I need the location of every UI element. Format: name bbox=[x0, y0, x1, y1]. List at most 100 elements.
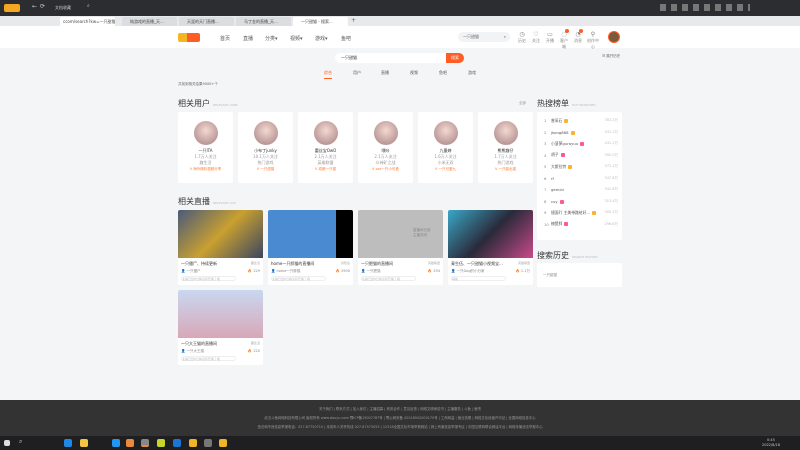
app-icon[interactable] bbox=[189, 439, 197, 447]
search-icon[interactable]: ⌕ bbox=[19, 438, 27, 446]
user-room-link[interactable]: V zzo一只小可爱 bbox=[358, 167, 413, 172]
follow-button[interactable]: ♡ 关注 bbox=[531, 31, 541, 44]
tab-all[interactable]: 综合 bbox=[324, 70, 332, 79]
hot-list-item[interactable]: 4 胡子 392.0万 bbox=[537, 150, 622, 162]
live-title[interactable]: home一只胖猫的直播间 bbox=[271, 261, 314, 267]
bookmark-label[interactable]: 文档收藏 bbox=[55, 5, 71, 11]
live-title[interactable]: 一只僵尸、持续更新 bbox=[181, 261, 217, 267]
refresh-icon[interactable]: ⟳ bbox=[40, 3, 45, 10]
app-icon[interactable] bbox=[204, 439, 212, 447]
users-more-link[interactable]: 全部 bbox=[519, 101, 526, 106]
user-room-link[interactable]: V 海外精彩视频分享 bbox=[178, 167, 233, 172]
hot-list-item[interactable]: 9 镜面吖 主美带路给好... 300.1万 bbox=[537, 207, 622, 219]
user-room-link[interactable]: V 一只甜猫 bbox=[238, 167, 293, 172]
user-card[interactable]: 九墨婷 1.6万人关注 小米无双 V 一只可爱九 bbox=[418, 112, 473, 183]
extension-icons[interactable] bbox=[660, 4, 750, 11]
live-card[interactable]: home一只胖猫的直播间 冒险岛 👤 home一只胖猫 🔥 2900 主播已经8分钟… bbox=[268, 210, 353, 285]
hot-list-item[interactable]: 8 cxy 313.4万 bbox=[537, 196, 622, 208]
user-avatar[interactable] bbox=[313, 121, 338, 145]
nav-game[interactable]: 游戏▾ bbox=[315, 35, 328, 42]
tab[interactable]: 天涯的天门直播... bbox=[179, 17, 234, 26]
user-avatar[interactable] bbox=[193, 121, 218, 145]
live-host[interactable]: 👤 一只大王猫 bbox=[181, 349, 204, 354]
live-thumbnail[interactable] bbox=[178, 210, 263, 258]
back-icon[interactable]: ← bbox=[32, 3, 37, 10]
clock[interactable]: 0:45 2022/8/18 bbox=[762, 438, 780, 448]
footer-links[interactable]: 关于我们 | 联系方式 | 加入我们 | 主播招募 | 商务合作 | 意见反馈 … bbox=[0, 405, 800, 414]
tab-users[interactable]: 用户 bbox=[353, 70, 361, 76]
user-avatar[interactable] bbox=[373, 121, 398, 145]
history-toggle[interactable]: ☰ 展开历史 bbox=[602, 54, 620, 59]
hot-list-item[interactable]: 1 曾采石 783.2万 bbox=[537, 115, 622, 127]
live-card[interactable]: 青生伍、一只甜猫小视频宝... 英雄联盟 👤 一只Dog的小分家 🔥 1.1万 辅助 bbox=[448, 210, 533, 285]
live-title[interactable]: 一只大王猫的直播间 bbox=[181, 341, 217, 347]
live-host[interactable]: 👤 home一只胖猫 bbox=[271, 269, 300, 274]
broadcast-button[interactable]: ▭ 开播 bbox=[545, 31, 555, 44]
user-room-link[interactable]: V 一只能出猫 bbox=[478, 167, 533, 172]
header-search-input[interactable]: 一只甜猫 ⌕ bbox=[458, 32, 510, 42]
nav-yuba[interactable]: 鱼吧 bbox=[341, 35, 351, 42]
search-icon[interactable]: ⌕ bbox=[504, 32, 506, 42]
user-card[interactable]: 蕾丝宝OwO 2.1万人关注 英雄联盟 V 成都一只猫 bbox=[298, 112, 353, 183]
user-card[interactable]: 小布丁junky 10.1万人关注 热门游戏 V 一只甜猫 bbox=[238, 112, 293, 183]
tab-video[interactable]: 视频 bbox=[410, 70, 418, 76]
live-category[interactable]: 英雄联盟 bbox=[518, 261, 530, 267]
live-card[interactable]: 一只僵尸、持续更新 趣生活 👤 一只僵尸 🔥 229 主播已经8分钟没有开播了哦 bbox=[178, 210, 263, 285]
start-icon[interactable] bbox=[4, 440, 10, 446]
live-host[interactable]: 👤 一只Dog的小分家 bbox=[451, 269, 485, 274]
live-host[interactable]: 👤 一只僵尸 bbox=[181, 269, 200, 274]
nav-category[interactable]: 分类▾ bbox=[265, 35, 278, 42]
hot-name[interactable]: cxy bbox=[551, 199, 558, 204]
app-icon[interactable] bbox=[173, 439, 181, 447]
live-card[interactable]: 一只大王猫的直播间 趣生活 👤 一只大王猫 🔥 220 主播已经8分钟没有开播了哦 bbox=[178, 290, 263, 365]
live-category[interactable]: 趣生活 bbox=[251, 341, 260, 347]
live-category[interactable]: 趣生活 bbox=[251, 261, 260, 267]
user-card[interactable]: 嘿咔 2.1万人关注 众神矿之战 V zzo一只小可爱 bbox=[358, 112, 413, 183]
avatar[interactable] bbox=[608, 31, 620, 43]
address-bar[interactable]: ccom/search?kw=一只甜猫 bbox=[60, 17, 115, 26]
hot-name[interactable]: rf bbox=[551, 176, 554, 181]
tab[interactable]: 纯游戏的直播_天... bbox=[122, 17, 177, 26]
hot-name[interactable]: 楠赞胖 bbox=[551, 221, 562, 226]
live-thumbnail[interactable] bbox=[268, 210, 353, 258]
live-thumbnail[interactable] bbox=[448, 210, 533, 258]
hot-name[interactable]: 胡子 bbox=[551, 152, 559, 157]
hot-list-item[interactable]: 2 jkong888 431.1万 bbox=[537, 127, 622, 139]
hot-name[interactable]: 小菠萝gurayuu bbox=[551, 141, 578, 146]
nav-live[interactable]: 直播 bbox=[243, 35, 253, 42]
new-tab-button[interactable]: + bbox=[351, 17, 356, 24]
main-search-input[interactable]: 一只甜猫 bbox=[335, 53, 463, 63]
explorer-icon[interactable] bbox=[80, 439, 88, 447]
tab-game[interactable]: 游戏 bbox=[468, 70, 476, 76]
user-room-link[interactable]: V 成都一只猫 bbox=[298, 167, 353, 172]
user-avatar[interactable] bbox=[253, 121, 278, 145]
live-title[interactable]: 青生伍、一只甜猫小视频宝... bbox=[451, 261, 503, 267]
hot-name[interactable]: gemini bbox=[551, 187, 564, 192]
user-avatar[interactable] bbox=[433, 121, 458, 145]
nav-video[interactable]: 视频▾ bbox=[290, 35, 303, 42]
search-button[interactable]: 搜索 bbox=[446, 53, 464, 63]
hot-name[interactable]: 镜面吖 主美带路给好... bbox=[551, 210, 590, 215]
tab[interactable]: 马丁金的直播_天... bbox=[236, 17, 291, 26]
search-icon[interactable]: ⌕ bbox=[87, 3, 90, 9]
tab-yuba[interactable]: 鱼吧 bbox=[439, 70, 447, 76]
app-icon[interactable] bbox=[157, 439, 165, 447]
hot-list-item[interactable]: 10 楠赞胖 296.6万 bbox=[537, 219, 622, 231]
live-host[interactable]: 👤 一只肥猫 bbox=[361, 269, 380, 274]
hot-list-item[interactable]: 7 gemini 341.6万 bbox=[537, 184, 622, 196]
live-thumbnail[interactable] bbox=[178, 290, 263, 338]
live-card[interactable]: 直播间已被 主播关闭 一只肥猫的直播间 英雄联盟 👤 一只肥猫 🔥 294 主播已经… bbox=[358, 210, 443, 285]
tab-live[interactable]: 直播 bbox=[381, 70, 389, 76]
history-button[interactable]: ◷ 历史 bbox=[517, 31, 527, 44]
live-thumbnail[interactable]: 直播间已被 主播关闭 bbox=[358, 210, 443, 258]
user-avatar[interactable] bbox=[493, 121, 518, 145]
hot-list-item[interactable]: 3 小菠萝gurayuu 431.1万 bbox=[537, 138, 622, 150]
edge-icon[interactable] bbox=[64, 439, 72, 447]
hot-list-item[interactable]: 5 大斯拉特 371.1万 bbox=[537, 161, 622, 173]
live-category[interactable]: 冒险岛 bbox=[341, 261, 350, 267]
hot-name[interactable]: 曾采石 bbox=[551, 118, 562, 123]
notice-button[interactable]: ◔ 消息 bbox=[573, 29, 583, 44]
hot-name[interactable]: jkong888 bbox=[551, 130, 569, 135]
client-button[interactable]: ◌ 客户端 bbox=[559, 29, 569, 50]
nav-home[interactable]: 首页 bbox=[220, 35, 230, 42]
